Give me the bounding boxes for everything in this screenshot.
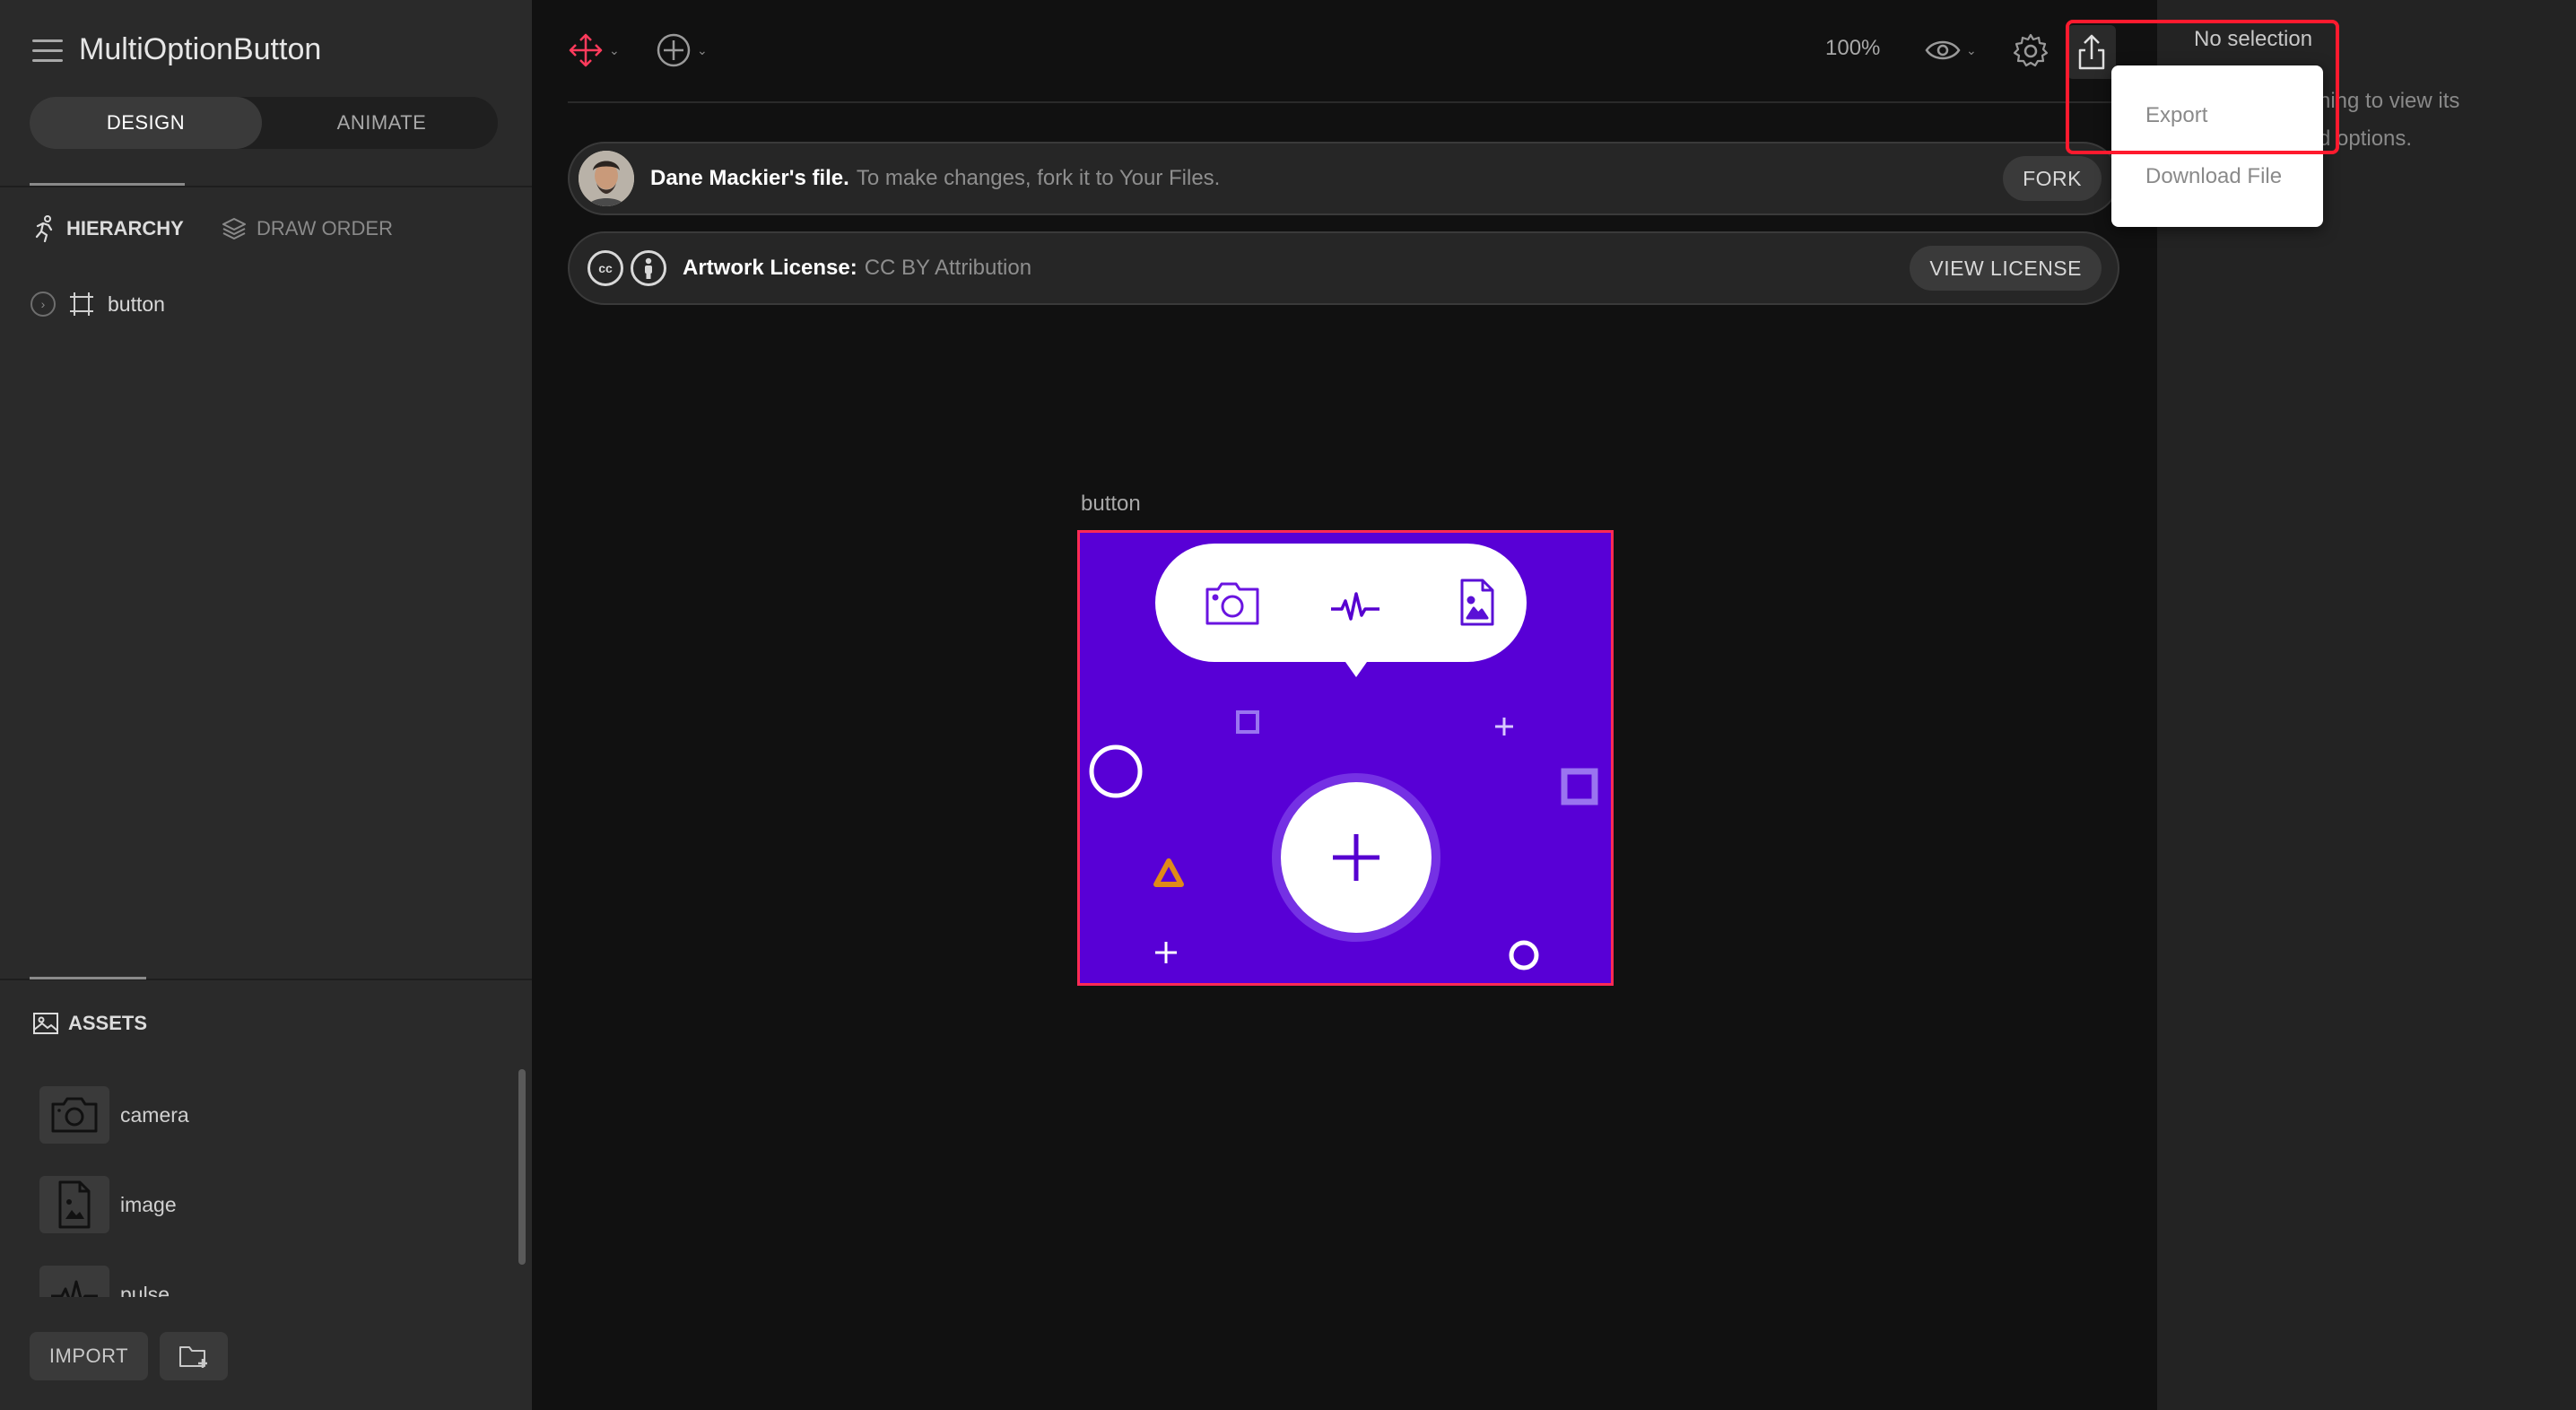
attribution-icon xyxy=(631,250,666,286)
image-file-icon xyxy=(39,1176,109,1233)
assets-title: ASSETS xyxy=(68,1012,148,1034)
tab-draw-order[interactable]: DRAW ORDER xyxy=(221,215,393,242)
triangle-shape xyxy=(1153,858,1184,887)
owner-banner-text: To make changes, fork it to Your Files. xyxy=(856,166,1221,190)
file-title: MultiOptionButton xyxy=(79,32,322,66)
settings-button[interactable] xyxy=(2012,32,2049,74)
license-banner: cc Artwork License: CC BY Attribution VI… xyxy=(568,231,2119,305)
tab-animate[interactable]: ANIMATE xyxy=(265,97,498,149)
chevron-right-icon[interactable]: › xyxy=(30,292,56,317)
assets-header: ASSETS xyxy=(32,1008,147,1039)
assets-scrollbar[interactable] xyxy=(518,1069,526,1265)
artboard-icon xyxy=(70,292,93,316)
ring-shape xyxy=(1089,744,1143,798)
asset-label: image xyxy=(120,1192,177,1216)
transform-tool[interactable]: ⌄ xyxy=(568,32,620,68)
hint-line: d options. xyxy=(2319,126,2413,151)
asset-item-pulse[interactable]: pulse xyxy=(39,1265,170,1297)
hierarchy-item-label: button xyxy=(108,292,165,316)
asset-label: pulse xyxy=(120,1282,170,1298)
mode-toggle: DESIGN ANIMATE xyxy=(30,97,498,149)
cc-icons: cc xyxy=(587,250,666,286)
import-button[interactable]: IMPORT xyxy=(30,1332,148,1380)
tab-hierarchy[interactable]: HIERARCHY xyxy=(32,215,184,242)
hierarchy-item-button[interactable]: › button xyxy=(30,289,165,319)
square-shape xyxy=(1561,768,1598,805)
menu-item-download-file[interactable]: Download File xyxy=(2145,164,2282,189)
asset-label: camera xyxy=(120,1102,189,1127)
owner-banner: Dane Mackier's file. To make changes, fo… xyxy=(568,142,2119,215)
artboard-artwork xyxy=(1089,544,1598,970)
add-circle-icon xyxy=(657,33,691,67)
asset-item-image[interactable]: image xyxy=(39,1175,177,1234)
add-tool[interactable]: ⌄ xyxy=(656,32,708,68)
avatar xyxy=(579,151,634,206)
tab-design[interactable]: DESIGN xyxy=(30,97,262,149)
fork-button[interactable]: FORK xyxy=(2003,156,2102,201)
inspector-hint: hing to view its d options. xyxy=(2319,83,2459,158)
license-banner-text: CC BY Attribution xyxy=(864,256,1032,280)
hint-line: hing to view its xyxy=(2319,89,2460,113)
owner-banner-lead: Dane Mackier's file. xyxy=(650,166,849,190)
active-tab-underline xyxy=(30,183,185,186)
eye-icon xyxy=(1925,40,1961,60)
cc-icon: cc xyxy=(587,250,623,286)
left-panel: MultiOptionButton DESIGN ANIMATE HIERARC… xyxy=(0,0,532,1410)
ring-shape xyxy=(1509,940,1539,970)
assets-list: camera image pulse xyxy=(0,1067,532,1297)
artboard-label[interactable]: button xyxy=(1081,492,1141,517)
tab-hierarchy-label: HIERARCHY xyxy=(66,217,184,239)
chevron-down-icon: ⌄ xyxy=(697,42,708,57)
layers-icon xyxy=(222,218,246,239)
zoom-level[interactable]: 100% xyxy=(1825,36,1880,61)
asset-item-camera[interactable]: camera xyxy=(39,1085,189,1145)
view-license-button[interactable]: VIEW LICENSE xyxy=(1910,246,2102,291)
divider xyxy=(0,186,532,187)
gear-icon xyxy=(2013,33,2049,67)
chevron-down-icon: ⌄ xyxy=(1966,42,1977,57)
artboard-button[interactable] xyxy=(1077,530,1614,986)
menu-icon[interactable] xyxy=(32,39,63,63)
pulse-icon xyxy=(39,1266,109,1297)
new-folder-button[interactable] xyxy=(160,1332,228,1380)
plus-shape xyxy=(1495,718,1513,735)
plus-shape xyxy=(1155,942,1177,963)
chevron-down-icon: ⌄ xyxy=(609,42,620,57)
square-shape xyxy=(1236,710,1259,734)
move-arrows-icon xyxy=(569,33,603,67)
license-banner-lead: Artwork License: xyxy=(683,256,857,280)
camera-icon xyxy=(39,1086,109,1144)
tab-draw-order-label: DRAW ORDER xyxy=(257,217,393,239)
visibility-menu[interactable]: ⌄ xyxy=(1925,38,1977,63)
toolbar-divider xyxy=(568,101,2114,103)
highlight-box xyxy=(2066,20,2339,154)
image-icon xyxy=(33,1013,58,1034)
assets-underline xyxy=(30,977,146,979)
running-figure-icon xyxy=(35,215,53,242)
add-folder-icon xyxy=(179,1346,207,1368)
